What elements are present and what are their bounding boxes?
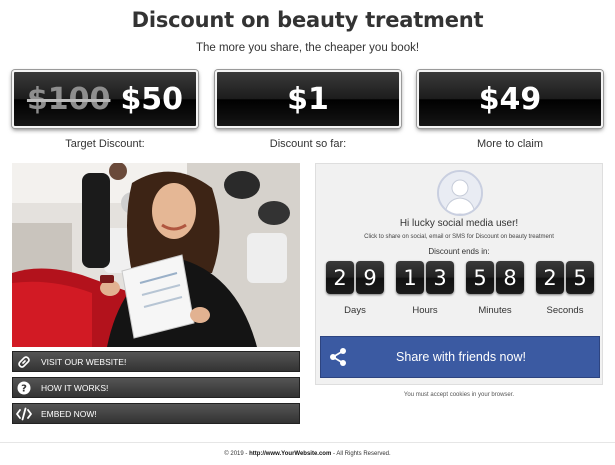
hours-digit-2: 3 [426,261,454,294]
seconds-digit-1: 2 [536,261,564,294]
share-icon [323,337,353,377]
how-it-works-label: HOW IT WORKS! [41,382,109,393]
discount-so-far-value: $1 [287,81,329,117]
link-icon [13,352,35,371]
avatar [437,170,483,216]
embed-now-button[interactable]: EMBED NOW! [12,403,300,424]
days-label: Days [344,305,366,316]
footer-copyright: © 2019 - [224,451,248,457]
minutes-digit-1: 5 [466,261,494,294]
svg-text:?: ? [21,383,27,394]
share-hint: Click to share on social, email or SMS f… [364,234,554,240]
embed-now-label: EMBED NOW! [41,408,97,419]
page-subtitle: The more you share, the cheaper you book… [195,42,420,54]
how-it-works-button[interactable]: ? HOW IT WORKS! [12,377,300,398]
more-to-claim-value: $49 [478,81,542,117]
more-to-claim-label: More to claim [476,138,544,150]
seconds-digit-2: 5 [566,261,594,294]
minutes-digit-2: 8 [496,261,524,294]
code-icon [13,404,35,423]
target-discount-label: Target Discount: [65,138,145,150]
visit-website-label: VISIT OUR WEBSITE! [41,356,127,367]
discount-so-far-box: $1 [215,70,401,128]
footer-link[interactable]: http://www.YourWebsite.com [249,451,331,457]
minutes-label: Minutes [478,305,512,316]
question-icon: ? [13,378,35,397]
more-to-claim-box: $49 [417,70,603,128]
countdown-label: Discount ends in: [428,247,490,256]
footer-rights: - All Rights Reserved. [332,451,391,457]
hours-digit-1: 1 [396,261,424,294]
footer-divider [0,442,615,443]
cookie-notice: You must accept cookies in your browser. [403,392,515,398]
discount-so-far-label: Discount so far: [269,138,347,150]
page-title: Discount on beauty treatment [131,8,484,32]
hours-label: Hours [412,305,438,316]
days-digit-2: 9 [356,261,384,294]
footer: © 2019 - http://www.YourWebsite.com - Al… [0,451,615,457]
share-button-label: Share with friends now! [396,350,526,364]
greeting-text: Hi lucky social media user! [399,218,519,229]
visit-website-button[interactable]: VISIT OUR WEBSITE! [12,351,300,372]
seconds-label: Seconds [546,305,584,316]
target-price: $50 [120,81,184,117]
share-button[interactable]: Share with friends now! [320,336,600,378]
share-panel: Hi lucky social media user! Click to sha… [315,163,603,385]
salon-photo [12,163,300,347]
days-digit-1: 2 [326,261,354,294]
target-discount-box: $100 $50 [12,70,198,128]
original-price: $100 [26,81,111,117]
